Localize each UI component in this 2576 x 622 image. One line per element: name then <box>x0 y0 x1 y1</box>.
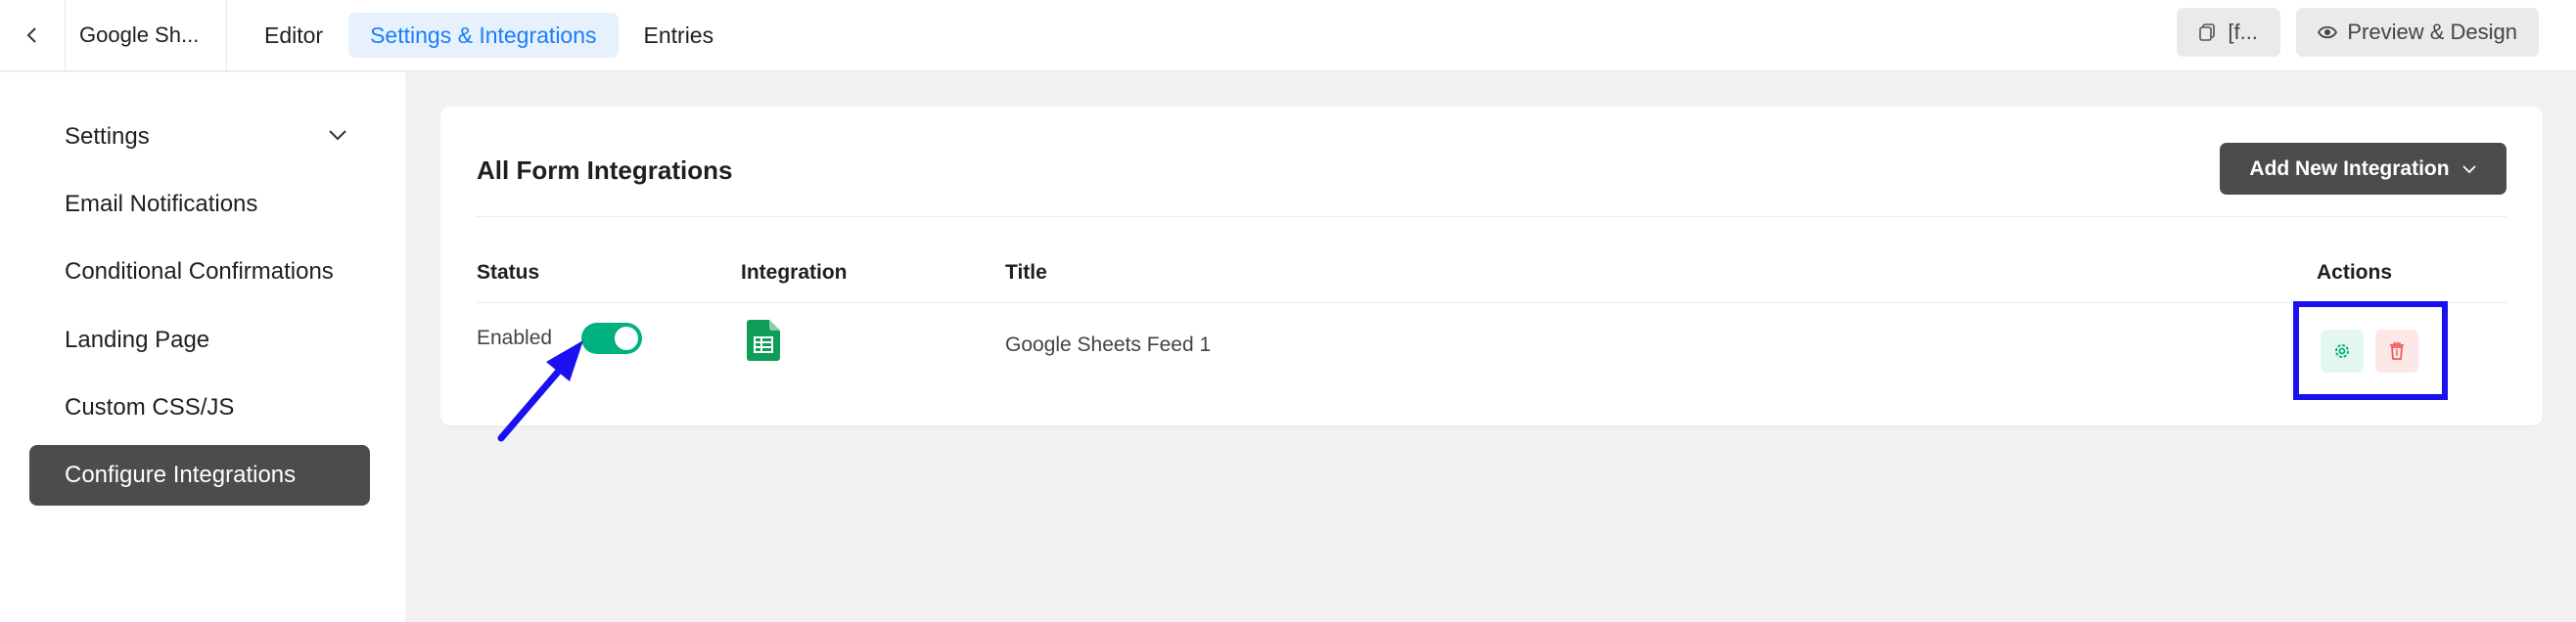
chevron-down-icon <box>329 130 346 141</box>
actions-highlight <box>2293 301 2448 400</box>
preview-design-button[interactable]: Preview & Design <box>2296 8 2539 57</box>
google-sheets-icon <box>747 320 780 361</box>
sidebar-item-custom-css-js[interactable]: Custom CSS/JS <box>29 378 370 438</box>
gear-icon <box>2335 344 2349 358</box>
integration-delete-button[interactable] <box>2375 330 2418 373</box>
chevron-down-icon <box>2461 164 2476 173</box>
preview-label: Preview & Design <box>2347 20 2517 44</box>
column-header-title: Title <box>1005 261 1047 284</box>
column-header-status: Status <box>477 261 540 284</box>
trash-icon <box>2390 342 2404 360</box>
toggle-knob <box>615 327 638 350</box>
integration-title: Google Sheets Feed 1 <box>1005 333 1212 356</box>
divider <box>477 216 2507 217</box>
top-bar: Google Sh... Editor Settings & Integrati… <box>0 0 2576 71</box>
sidebar: Settings Email Notifications Conditional… <box>0 72 405 622</box>
integration-settings-button[interactable] <box>2321 330 2364 373</box>
divider <box>477 302 2507 303</box>
sidebar-item-settings[interactable]: Settings <box>29 107 370 167</box>
shortcode-label: [f... <box>2228 20 2258 44</box>
copy-icon <box>2199 23 2216 41</box>
integrations-card: All Form Integrations Add New Integratio… <box>440 107 2543 425</box>
top-nav: Editor Settings & Integrations Entries <box>243 13 735 58</box>
add-new-integration-button[interactable]: Add New Integration <box>2220 143 2507 195</box>
eye-icon <box>2318 25 2338 39</box>
sidebar-item-email-notifications[interactable]: Email Notifications <box>29 174 370 235</box>
tab-settings-integrations[interactable]: Settings & Integrations <box>348 13 619 58</box>
column-header-actions: Actions <box>2317 261 2393 284</box>
shortcode-button[interactable]: [f... <box>2177 8 2281 57</box>
form-name: Google Sh... <box>66 0 227 71</box>
annotation-arrow-icon <box>497 340 583 442</box>
sidebar-item-label: Settings <box>65 123 150 150</box>
page-title: All Form Integrations <box>477 156 733 185</box>
tab-entries[interactable]: Entries <box>622 13 736 58</box>
add-button-label: Add New Integration <box>2249 156 2450 180</box>
tab-editor[interactable]: Editor <box>243 13 345 58</box>
chevron-left-icon <box>26 27 36 43</box>
column-header-integration: Integration <box>741 261 848 284</box>
back-button[interactable] <box>0 0 66 71</box>
top-actions: [f... Preview & Design <box>2177 8 2539 57</box>
sidebar-item-configure-integrations[interactable]: Configure Integrations <box>29 445 370 506</box>
sidebar-item-landing-page[interactable]: Landing Page <box>29 310 370 371</box>
sidebar-item-conditional-confirmations[interactable]: Conditional Confirmations <box>29 242 370 302</box>
